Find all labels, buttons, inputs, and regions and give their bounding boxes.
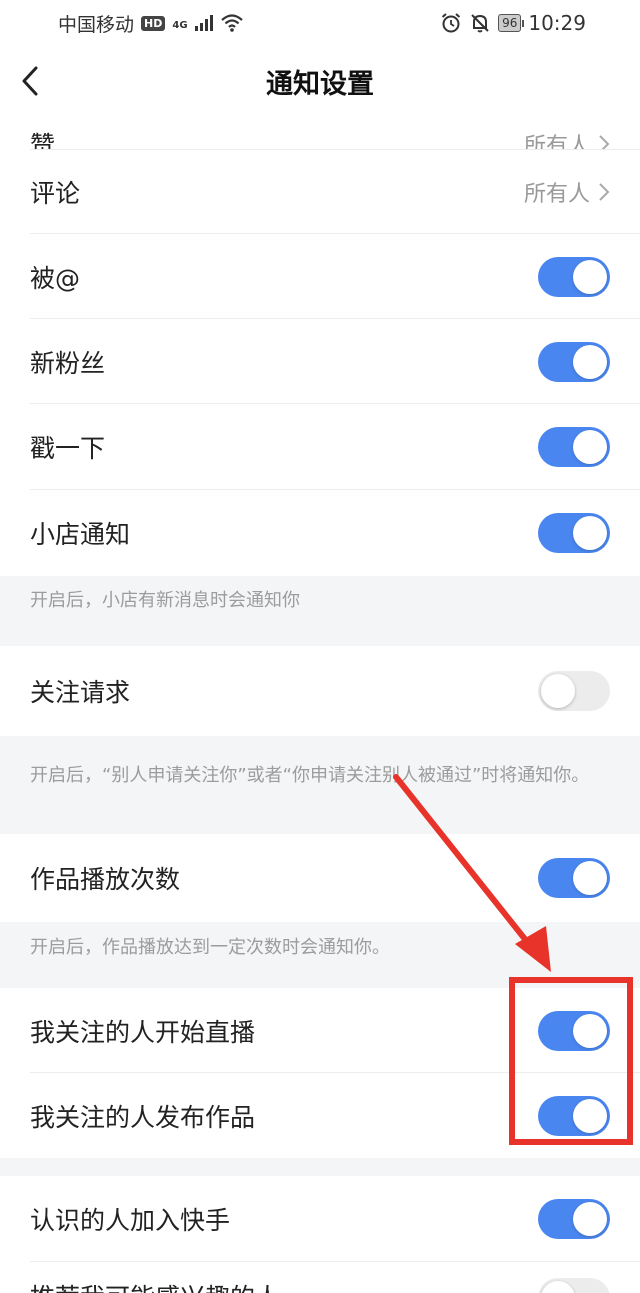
setting-label: 被@ — [30, 263, 81, 293]
setting-row-live-start: 我关注的人开始直播 — [0, 988, 640, 1073]
setting-label: 戳一下 — [30, 434, 106, 463]
setting-row-shop: 小店通知 — [0, 490, 640, 576]
carrier-name: 中国移动 — [58, 13, 135, 36]
setting-label: 推荐我可能感兴趣的人 — [30, 1278, 280, 1293]
status-right: 96 10:29 — [440, 11, 586, 35]
setting-row-new-work: 我关注的人发布作品 — [0, 1073, 640, 1158]
recommend-toggle[interactable] — [538, 1278, 610, 1293]
hd-badge: HD — [141, 15, 166, 31]
wifi-icon — [220, 14, 243, 32]
network-type: 4G — [172, 19, 188, 31]
section-gap — [0, 626, 640, 646]
setting-row-likes[interactable]: 赞 所有人 — [0, 116, 640, 150]
settings-list: 赞 所有人 评论 所有人 被@ 新粉丝 戳一下 小店通知 开启后，小店有新消息时… — [0, 116, 640, 1293]
alarm-icon — [441, 13, 461, 33]
setting-label: 赞 — [30, 131, 56, 150]
shop-note: 开启后，小店有新消息时会通知你 — [0, 576, 640, 626]
setting-label: 作品播放次数 — [30, 865, 181, 894]
setting-row-poke: 戳一下 — [0, 404, 640, 490]
setting-label: 我关注的人发布作品 — [30, 1102, 256, 1132]
live-start-toggle[interactable] — [538, 1010, 610, 1051]
setting-value: 所有人 — [524, 176, 610, 208]
setting-label: 评论 — [30, 179, 81, 208]
new-fans-toggle[interactable] — [538, 341, 610, 382]
chevron-right-icon — [599, 183, 610, 201]
mention-toggle[interactable] — [538, 256, 610, 297]
setting-value: 所有人 — [524, 128, 610, 150]
page-title: 通知设置 — [266, 68, 374, 100]
setting-label: 认识的人加入快手 — [30, 1206, 231, 1235]
poke-toggle[interactable] — [538, 427, 610, 467]
new-work-toggle[interactable] — [538, 1095, 610, 1136]
friend-join-toggle[interactable] — [538, 1199, 610, 1239]
section-gap — [0, 816, 640, 834]
setting-row-friend-join: 认识的人加入快手 — [0, 1176, 640, 1262]
setting-row-play-count: 作品播放次数 — [0, 834, 640, 922]
chevron-right-icon — [599, 135, 610, 150]
shop-toggle[interactable] — [538, 513, 610, 553]
setting-row-mention: 被@ — [0, 234, 640, 319]
setting-row-comment[interactable]: 评论 所有人 — [0, 150, 640, 234]
setting-row-recommend: 推荐我可能感兴趣的人 — [0, 1262, 640, 1293]
setting-row-follow-request: 关注请求 — [0, 646, 640, 736]
follow-request-toggle[interactable] — [538, 671, 610, 711]
setting-label: 关注请求 — [30, 678, 131, 707]
nav-bar: 通知设置 — [0, 46, 640, 116]
follow-request-note: 开启后，“别人申请关注你”或者“你申请关注别人被通过”时将通知你。 — [0, 736, 640, 816]
setting-row-new-fans: 新粉丝 — [0, 319, 640, 404]
clock: 10:29 — [528, 11, 586, 35]
section-gap — [0, 974, 640, 988]
status-left: 中国移动 HD 4G — [58, 10, 244, 37]
setting-label: 新粉丝 — [30, 348, 106, 378]
mute-bell-icon — [471, 14, 489, 33]
status-bar: 中国移动 HD 4G 96 10:29 — [0, 0, 640, 46]
play-count-toggle[interactable] — [538, 858, 610, 898]
setting-label: 我关注的人开始直播 — [30, 1017, 256, 1047]
signal-icon — [194, 15, 213, 31]
setting-label: 小店通知 — [30, 520, 131, 549]
back-arrow-icon[interactable] — [16, 64, 46, 98]
play-count-note: 开启后，作品播放达到一定次数时会通知你。 — [0, 922, 640, 974]
battery-indicator: 96 — [498, 14, 525, 32]
section-gap — [0, 1158, 640, 1176]
